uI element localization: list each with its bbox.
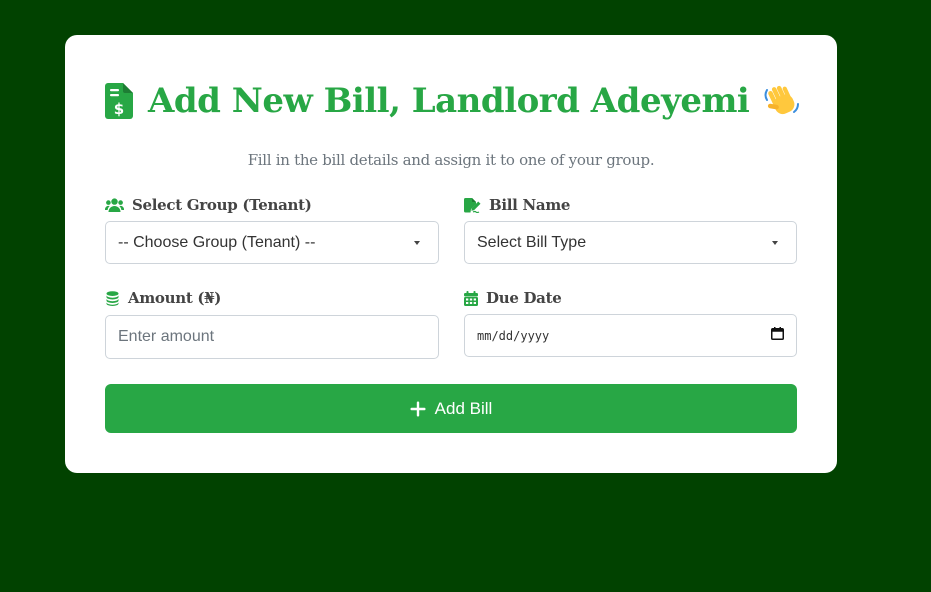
amount-input[interactable]: Enter amount [105, 315, 439, 359]
form-subtitle: Fill in the bill details and assign it t… [247, 151, 655, 169]
waving-hand-icon [763, 82, 801, 120]
due-date-field: Due Date mm/dd/yyyy [464, 288, 797, 360]
bill-name-label-text: Bill Name [489, 196, 571, 214]
due-date-label-text: Due Date [486, 289, 562, 307]
due-date-input[interactable]: mm/dd/yyyy [464, 314, 797, 357]
group-label: Select Group (Tenant) [105, 195, 439, 215]
users-icon [105, 197, 124, 212]
calendar-icon [464, 290, 478, 306]
chevron-down-icon [772, 240, 778, 245]
group-select-value: -- Choose Group (Tenant) -- [118, 233, 316, 251]
plus-icon [410, 401, 426, 416]
bill-name-field: Bill Name Select Bill Type [464, 195, 797, 265]
bill-type-select-value: Select Bill Type [477, 233, 587, 251]
chevron-down-icon [414, 240, 420, 245]
title-row: $ Add New Bill, Landlord Adeyemi [105, 79, 800, 123]
page-title: Add New Bill, Landlord Adeyemi [148, 81, 750, 121]
add-bill-button-label: Add Bill [434, 398, 493, 418]
bill-type-select[interactable]: Select Bill Type [464, 221, 797, 264]
svg-text:$: $ [114, 100, 124, 118]
amount-label: Amount (₦) [105, 288, 439, 308]
group-field: Select Group (Tenant) -- Choose Group (T… [105, 195, 439, 265]
add-bill-button[interactable]: Add Bill [105, 384, 797, 433]
coins-icon [106, 290, 119, 306]
due-date-label: Due Date [464, 288, 797, 308]
group-select[interactable]: -- Choose Group (Tenant) -- [105, 221, 439, 264]
file-signature-icon [464, 197, 481, 213]
amount-input-placeholder: Enter amount [118, 328, 215, 345]
file-invoice-dollar-icon: $ [105, 83, 133, 119]
amount-field: Amount (₦) Enter amount [105, 288, 439, 360]
bill-name-label: Bill Name [464, 195, 797, 215]
group-label-text: Select Group (Tenant) [132, 196, 312, 214]
due-date-input-placeholder: mm/dd/yyyy [477, 328, 550, 343]
calendar-picker-icon[interactable] [771, 326, 784, 345]
add-bill-card: $ Add New Bill, Landlord Adeyemi Fill in… [65, 35, 837, 473]
amount-label-text: Amount (₦) [128, 289, 222, 307]
